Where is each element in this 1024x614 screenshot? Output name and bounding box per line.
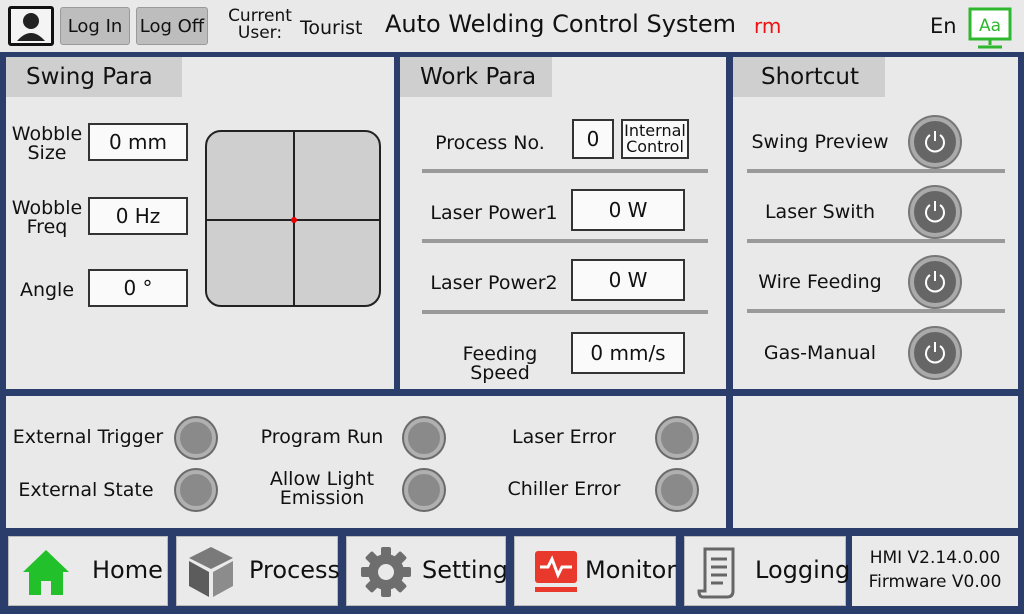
- work-para-panel: Work Para Process No. 0 Internal Control…: [400, 57, 726, 389]
- work-para-title: Work Para: [400, 57, 552, 97]
- font-size-icon[interactable]: Aa: [966, 6, 1014, 50]
- process-no-field[interactable]: 0: [572, 119, 614, 159]
- nav-home-label: Home: [92, 556, 163, 584]
- laser-error-label: Laser Error: [512, 426, 616, 448]
- gas-manual-toggle[interactable]: [910, 328, 960, 378]
- nav-process-button[interactable]: Process: [176, 536, 341, 606]
- chiller-error-label: Chiller Error: [507, 478, 621, 500]
- chiller-error-indicator: [657, 470, 697, 510]
- swing-para-panel: Swing Para Wobble Size 0 mm Wobble Freq …: [6, 57, 394, 389]
- home-icon: [23, 550, 69, 595]
- swing-preview-toggle[interactable]: [910, 117, 960, 167]
- angle-label: Angle: [19, 279, 75, 301]
- nav-setting-button[interactable]: Setting: [346, 536, 508, 606]
- version-info: HMI V2.14.0.00 Firmware V0.00: [852, 536, 1018, 606]
- laser-error-indicator: [657, 418, 697, 458]
- wobble-size-field[interactable]: 0 mm: [88, 123, 188, 161]
- nav-logging-label: Logging: [755, 556, 851, 584]
- status-text: rm: [754, 14, 782, 38]
- feeding-speed-field[interactable]: 0 mm/s: [571, 332, 685, 374]
- angle-field[interactable]: 0 °: [88, 269, 188, 307]
- wobble-size-label: Wobble Size: [11, 123, 83, 164]
- box-icon: [189, 547, 233, 597]
- swing-preview-graphic: [205, 130, 381, 307]
- laser-power2-label: Laser Power2: [430, 272, 558, 294]
- nav-logging-button[interactable]: Logging: [684, 536, 850, 606]
- nav-monitor-label: Monitor: [585, 556, 677, 584]
- current-user-value: Tourist: [300, 17, 363, 39]
- process-no-label: Process No.: [435, 132, 545, 154]
- monitor-icon: [535, 551, 577, 592]
- shortcut-panel: Shortcut Swing Preview Laser Swith Wire …: [733, 57, 1018, 389]
- laser-power2-field[interactable]: 0 W: [571, 259, 685, 301]
- allow-light-emission-indicator: [404, 470, 444, 510]
- top-bar: Log In Log Off Current User: Tourist Aut…: [0, 0, 1024, 52]
- laser-switch-toggle[interactable]: [910, 187, 960, 237]
- shortcut-label-wire-feeding: Wire Feeding: [758, 271, 882, 293]
- program-run-indicator: [404, 418, 444, 458]
- separator: [747, 239, 1005, 243]
- allow-light-emission-label: Allow Light Emission: [269, 468, 375, 509]
- nav-monitor-button[interactable]: Monitor: [514, 536, 676, 606]
- nav-setting-label: Setting: [422, 556, 508, 584]
- program-run-label: Program Run: [260, 426, 384, 448]
- wobble-freq-field[interactable]: 0 Hz: [88, 197, 188, 235]
- power-icon: [925, 271, 945, 293]
- language-switch[interactable]: En: [930, 14, 957, 38]
- control-mode-button[interactable]: Internal Control: [621, 119, 689, 159]
- power-icon: [925, 342, 945, 364]
- firmware-version: Firmware V0.00: [868, 572, 1002, 592]
- user-avatar-icon[interactable]: [8, 6, 54, 46]
- wire-feeding-toggle[interactable]: [910, 257, 960, 307]
- external-state-indicator: [176, 470, 216, 510]
- separator: [747, 169, 1005, 173]
- shortcut-label-swing-preview: Swing Preview: [751, 131, 889, 153]
- external-trigger-label: External Trigger: [12, 426, 164, 448]
- shortcut-label-gas-manual: Gas-Manual: [763, 342, 877, 364]
- separator: [747, 309, 1005, 313]
- document-icon: [697, 547, 735, 599]
- power-icon: [925, 131, 945, 153]
- system-title: Auto Welding Control System: [385, 10, 736, 38]
- nav-home-button[interactable]: Home: [8, 536, 168, 606]
- current-user-label: Current User:: [228, 6, 292, 43]
- separator: [422, 169, 708, 173]
- separator: [422, 310, 708, 314]
- status-panel: External Trigger External State Program …: [6, 396, 726, 528]
- swing-para-title: Swing Para: [6, 57, 182, 97]
- font-size-label: Aa: [979, 16, 1001, 36]
- hmi-version: HMI V2.14.0.00: [869, 548, 1001, 568]
- logoff-button[interactable]: Log Off: [136, 7, 208, 45]
- power-icon: [925, 201, 945, 223]
- feeding-speed-label: Feeding Speed: [462, 343, 538, 384]
- wobble-freq-label: Wobble Freq: [11, 197, 83, 238]
- empty-panel: [733, 396, 1018, 528]
- preview-center-dot: [291, 217, 297, 223]
- shortcut-label-laser-switch: Laser Swith: [764, 201, 876, 223]
- nav-process-label: Process: [249, 556, 341, 584]
- external-state-label: External State: [18, 479, 154, 501]
- external-trigger-indicator: [176, 418, 216, 458]
- laser-power1-label: Laser Power1: [430, 202, 558, 224]
- login-button[interactable]: Log In: [60, 7, 130, 45]
- gear-icon: [361, 547, 411, 597]
- shortcut-title: Shortcut: [733, 57, 885, 97]
- laser-power1-field[interactable]: 0 W: [571, 189, 685, 231]
- separator: [422, 239, 708, 243]
